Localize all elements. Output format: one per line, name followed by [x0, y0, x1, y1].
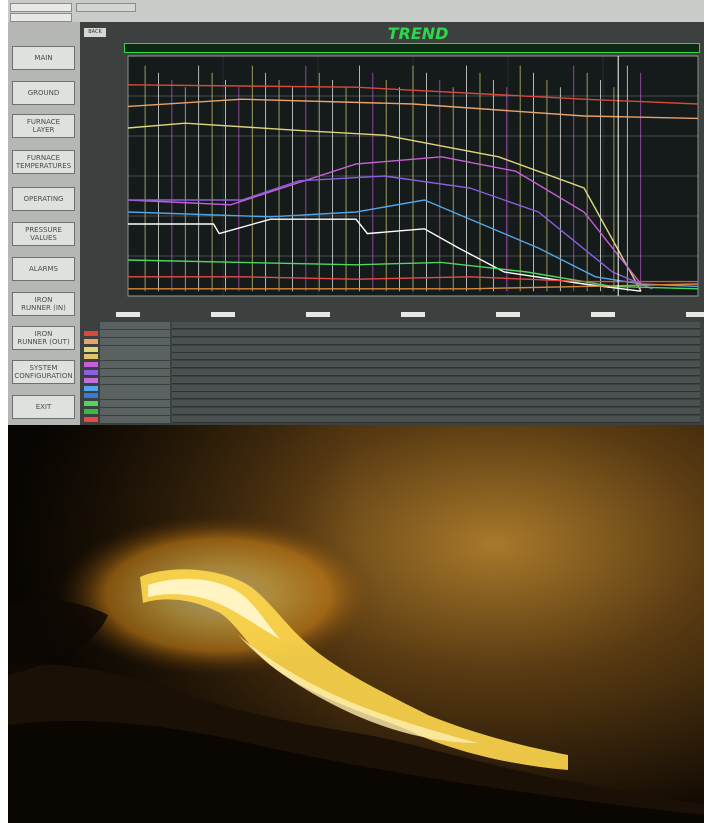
- legend-name: [100, 345, 170, 353]
- legend-value: [172, 337, 700, 345]
- trend-legend-table: [82, 322, 702, 425]
- legend-swatch: [84, 377, 98, 383]
- x-tick-scroll-button: [306, 312, 330, 317]
- legend-name: [100, 330, 170, 337]
- legend-row: [82, 392, 702, 400]
- legend-value: [172, 322, 700, 329]
- legend-header-row: [82, 322, 702, 329]
- legend-swatch: [84, 346, 98, 352]
- legend-row: [82, 376, 702, 384]
- legend-value: [172, 415, 700, 423]
- legend-row: [82, 337, 702, 345]
- trend-chart[interactable]: [80, 22, 704, 322]
- sidebar-item-pressure-values[interactable]: PRESSURE VALUES: [12, 222, 75, 246]
- x-tick-scroll-button: [401, 312, 425, 317]
- sidebar-item-system-configuration[interactable]: SYSTEM CONFIGURATION: [12, 360, 75, 384]
- legend-name: [100, 376, 170, 384]
- top-field-2: [10, 13, 72, 22]
- legend-name: [100, 361, 170, 369]
- sidebar-item-iron-runner-out[interactable]: IRON RUNNER (OUT): [12, 326, 75, 350]
- trend-panel: BACK TREND: [80, 22, 704, 425]
- legend-name: [100, 322, 170, 329]
- top-field-1: [10, 3, 72, 12]
- legend-name: [100, 392, 170, 400]
- legend-swatch: [84, 370, 98, 375]
- legend-value: [172, 376, 700, 384]
- legend-value: [172, 361, 700, 369]
- legend-value: [172, 392, 700, 400]
- legend-name: [100, 400, 170, 408]
- sidebar-item-alarms[interactable]: ALARMS: [12, 257, 75, 281]
- sidebar-nav: MAIN GROUND FURNACE LAYER FURNACE TEMPER…: [8, 22, 80, 425]
- sidebar-item-operating[interactable]: OPERATING: [12, 187, 75, 211]
- legend-swatch: [84, 393, 98, 399]
- legend-value: [172, 400, 700, 408]
- legend-value: [172, 369, 700, 376]
- x-tick-scroll-button: [116, 312, 140, 317]
- legend-swatch: [84, 416, 98, 422]
- legend-row: [82, 330, 702, 337]
- legend-swatch: [84, 323, 98, 328]
- top-status-bar: [8, 0, 704, 22]
- legend-swatch: [84, 331, 98, 336]
- legend-row: [82, 361, 702, 369]
- legend-swatch: [84, 401, 98, 407]
- legend-swatch: [84, 409, 98, 414]
- legend-swatch: [84, 354, 98, 360]
- legend-name: [100, 384, 170, 392]
- legend-value: [172, 408, 700, 415]
- legend-row: [82, 408, 702, 415]
- x-tick-scroll-button: [591, 312, 615, 317]
- legend-row: [82, 415, 702, 423]
- sidebar-item-furnace-temperatures[interactable]: FURNACE TEMPERATURES: [12, 150, 75, 174]
- legend-name: [100, 408, 170, 415]
- sidebar-item-exit[interactable]: EXIT: [12, 395, 75, 419]
- legend-name: [100, 415, 170, 423]
- legend-row: [82, 384, 702, 392]
- x-tick-scroll-button: [211, 312, 235, 317]
- legend-row: [82, 353, 702, 361]
- hmi-screen: MAIN GROUND FURNACE LAYER FURNACE TEMPER…: [8, 0, 704, 425]
- sidebar-item-main[interactable]: MAIN: [12, 46, 75, 70]
- sidebar-item-ground[interactable]: GROUND: [12, 81, 75, 105]
- legend-swatch: [84, 385, 98, 391]
- legend-value: [172, 353, 700, 361]
- molten-iron-scene: [8, 425, 704, 823]
- x-tick-scroll-button: [496, 312, 520, 317]
- legend-name: [100, 369, 170, 376]
- molten-iron-photo: [8, 425, 704, 823]
- legend-value: [172, 384, 700, 392]
- legend-row: [82, 369, 702, 376]
- x-tick-scroll-button: [686, 312, 704, 317]
- legend-value: [172, 330, 700, 337]
- legend-name: [100, 353, 170, 361]
- legend-row: [82, 345, 702, 353]
- legend-swatch: [84, 338, 98, 344]
- sidebar-item-furnace-layer[interactable]: FURNACE LAYER: [12, 114, 75, 138]
- top-field-3: [76, 3, 136, 12]
- legend-row: [82, 400, 702, 408]
- sidebar-item-iron-runner-in[interactable]: IRON RUNNER (IN): [12, 292, 75, 316]
- legend-name: [100, 337, 170, 345]
- legend-swatch: [84, 362, 98, 368]
- legend-value: [172, 345, 700, 353]
